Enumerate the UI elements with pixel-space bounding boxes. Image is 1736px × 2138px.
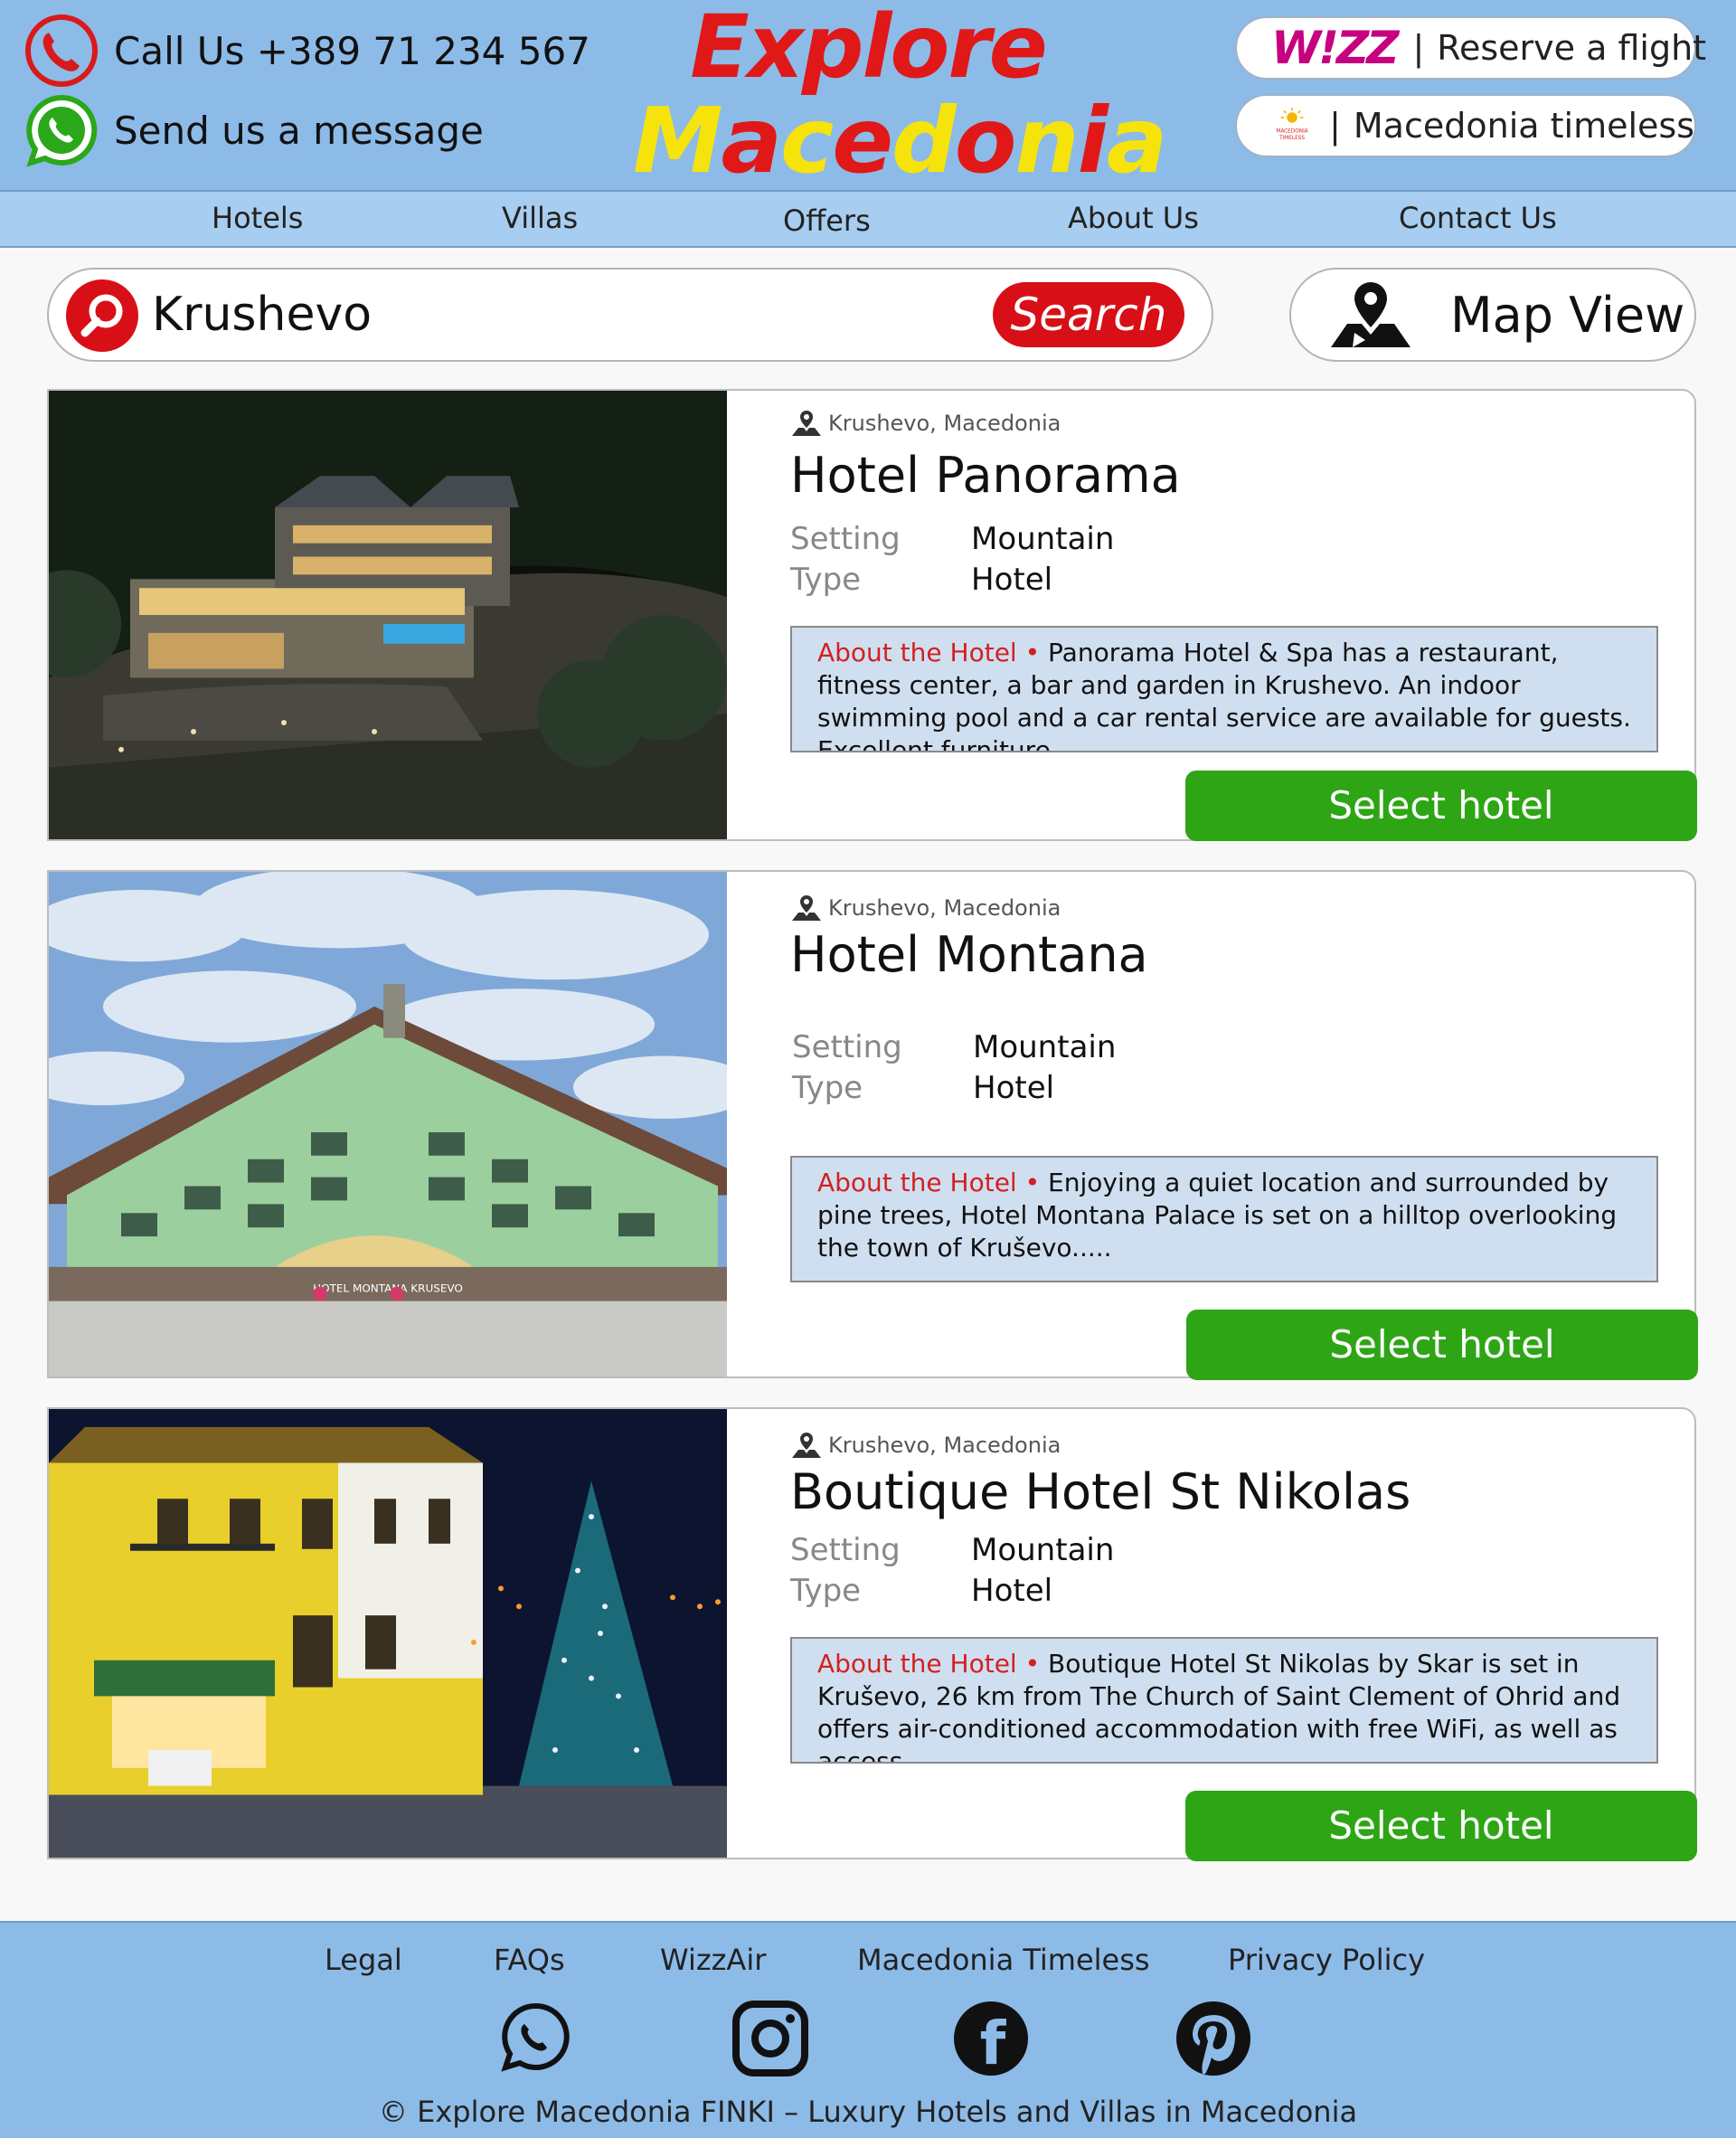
search-input[interactable] xyxy=(152,282,1020,347)
about-hotel-heading: About the Hotel xyxy=(817,1649,1017,1679)
hotel-name[interactable]: Boutique Hotel St Nikolas xyxy=(790,1463,1410,1520)
hotel-location: Krushevo, Macedonia xyxy=(790,894,1061,922)
whatsapp-icon[interactable] xyxy=(495,1999,575,2078)
about-hotel-box: About the Hotel • Boutique Hotel St Niko… xyxy=(790,1637,1658,1764)
map-view-button[interactable]: Map View xyxy=(1289,268,1696,362)
setting-value: Mountain xyxy=(971,1532,1115,1568)
about-hotel-heading: About the Hotel xyxy=(817,638,1017,667)
hotel-location: Krushevo, Macedonia xyxy=(790,409,1061,438)
footer-link-legal[interactable]: Legal xyxy=(325,1943,402,1977)
hotel-photo[interactable]: HOTEL MONTANA KRUSEVO xyxy=(49,872,727,1376)
select-hotel-button[interactable]: Select hotel xyxy=(1186,1310,1698,1380)
about-bullet: • xyxy=(1024,638,1041,667)
hotel-card: HOTEL MONTANA KRUSEVO Krushevo, Macedoni… xyxy=(47,870,1698,1380)
type-label: Type xyxy=(790,1573,862,1609)
svg-text:TIMELESS: TIMELESS xyxy=(1278,136,1305,141)
reserve-flight-label: Reserve a flight xyxy=(1437,28,1707,68)
separator: | xyxy=(1412,28,1425,68)
logo-line2: Macedonia xyxy=(633,88,1167,194)
type-value: Hotel xyxy=(971,1573,1053,1609)
phone-icon xyxy=(25,14,98,87)
call-us-link[interactable]: Call Us +389 71 234 567 xyxy=(24,13,590,89)
macedonia-timeless-button[interactable]: MACEDONIA TIMELESS | Macedonia timeless xyxy=(1235,94,1696,157)
map-pin-icon xyxy=(1331,282,1410,347)
hotel-sign: HOTEL MONTANA KRUSEVO xyxy=(313,1282,463,1295)
map-pin-icon xyxy=(792,411,821,436)
footer-link-wizzair[interactable]: WizzAir xyxy=(660,1943,766,1977)
hotel-name[interactable]: Hotel Montana xyxy=(790,926,1148,983)
map-pin-icon xyxy=(792,1433,821,1458)
setting-label: Setting xyxy=(790,521,901,557)
reserve-flight-button[interactable]: W!ZZ | Reserve a flight xyxy=(1235,16,1706,80)
hotel-location: Krushevo, Macedonia xyxy=(790,1431,1061,1460)
copyright-text: © Explore Macedonia FINKI – Luxury Hotel… xyxy=(378,2095,1358,2129)
nav-item-contact-us[interactable]: Contact Us xyxy=(1399,201,1557,235)
wizz-logo: W!ZZ xyxy=(1271,22,1399,74)
macedonia-timeless-label: Macedonia timeless xyxy=(1353,106,1694,146)
separator: | xyxy=(1329,106,1341,146)
about-hotel-box: About the Hotel • Panorama Hotel & Spa h… xyxy=(790,626,1658,752)
call-us-text: Call Us +389 71 234 567 xyxy=(114,28,590,73)
search-bar: Search xyxy=(47,268,1213,362)
map-view-label: Map View xyxy=(1450,286,1685,344)
main-nav: Hotels Villas Offers About Us Contact Us xyxy=(0,192,1736,248)
type-label: Type xyxy=(792,1070,863,1106)
type-value: Hotel xyxy=(971,562,1053,598)
footer-link-macedonia-timeless[interactable]: Macedonia Timeless xyxy=(857,1943,1150,1977)
st-nikolas-image xyxy=(49,1409,727,1858)
about-bullet: • xyxy=(1024,1168,1041,1197)
logo-line1: Explore xyxy=(690,0,1048,98)
site-logo[interactable]: Explore Macedonia xyxy=(633,0,1167,194)
facebook-icon[interactable]: f xyxy=(951,1999,1031,2078)
hotel-name[interactable]: Hotel Panorama xyxy=(790,447,1181,504)
search-icon xyxy=(66,279,138,352)
search-button[interactable]: Search xyxy=(993,282,1184,347)
macedonia-timeless-logo: MACEDONIA TIMELESS xyxy=(1276,108,1308,141)
nav-item-hotels[interactable]: Hotels xyxy=(212,201,303,235)
setting-label: Setting xyxy=(790,1532,901,1568)
select-hotel-button[interactable]: Select hotel xyxy=(1185,1791,1697,1861)
footer-link-faqs[interactable]: FAQs xyxy=(494,1943,565,1977)
hotel-photo[interactable] xyxy=(49,391,727,839)
nav-item-about-us[interactable]: About Us xyxy=(1068,201,1199,235)
hotel-location-text: Krushevo, Macedonia xyxy=(828,1433,1061,1458)
facebook-glyph: f xyxy=(980,2009,1007,2078)
pinterest-icon[interactable] xyxy=(1174,1999,1253,2078)
hotel-photo[interactable] xyxy=(49,1409,727,1858)
type-value: Hotel xyxy=(973,1070,1055,1106)
hotel-card: Krushevo, Macedonia Hotel Panorama Setti… xyxy=(47,389,1697,841)
about-bullet: • xyxy=(1024,1649,1041,1679)
hotel-location-text: Krushevo, Macedonia xyxy=(828,895,1061,921)
footer-link-privacy-policy[interactable]: Privacy Policy xyxy=(1228,1943,1425,1977)
hotel-montana-image: HOTEL MONTANA KRUSEVO xyxy=(49,872,727,1376)
about-hotel-box: About the Hotel • Enjoying a quiet locat… xyxy=(790,1156,1658,1282)
send-message-link[interactable]: Send us a message xyxy=(24,92,484,168)
site-footer: Legal FAQs WizzAir Macedonia Timeless Pr… xyxy=(0,1921,1736,2138)
hotel-card: Krushevo, Macedonia Boutique Hotel St Ni… xyxy=(47,1407,1697,1861)
type-label: Type xyxy=(790,562,862,598)
hotel-location-text: Krushevo, Macedonia xyxy=(828,411,1061,436)
timeless-logo-text: MACEDONIA xyxy=(1276,128,1307,134)
instagram-icon[interactable] xyxy=(731,1999,810,2078)
site-header: Call Us +389 71 234 567 Send us a messag… xyxy=(0,0,1736,192)
setting-value: Mountain xyxy=(971,521,1115,557)
send-message-text: Send us a message xyxy=(114,108,484,153)
hotel-panorama-image xyxy=(49,391,727,839)
map-pin-icon xyxy=(792,895,821,921)
setting-label: Setting xyxy=(792,1029,902,1065)
about-hotel-heading: About the Hotel xyxy=(817,1168,1017,1197)
select-hotel-button[interactable]: Select hotel xyxy=(1185,771,1697,841)
nav-item-villas[interactable]: Villas xyxy=(502,201,578,235)
nav-item-offers[interactable]: Offers xyxy=(783,203,871,238)
setting-value: Mountain xyxy=(973,1029,1117,1065)
whatsapp-icon xyxy=(26,94,98,167)
